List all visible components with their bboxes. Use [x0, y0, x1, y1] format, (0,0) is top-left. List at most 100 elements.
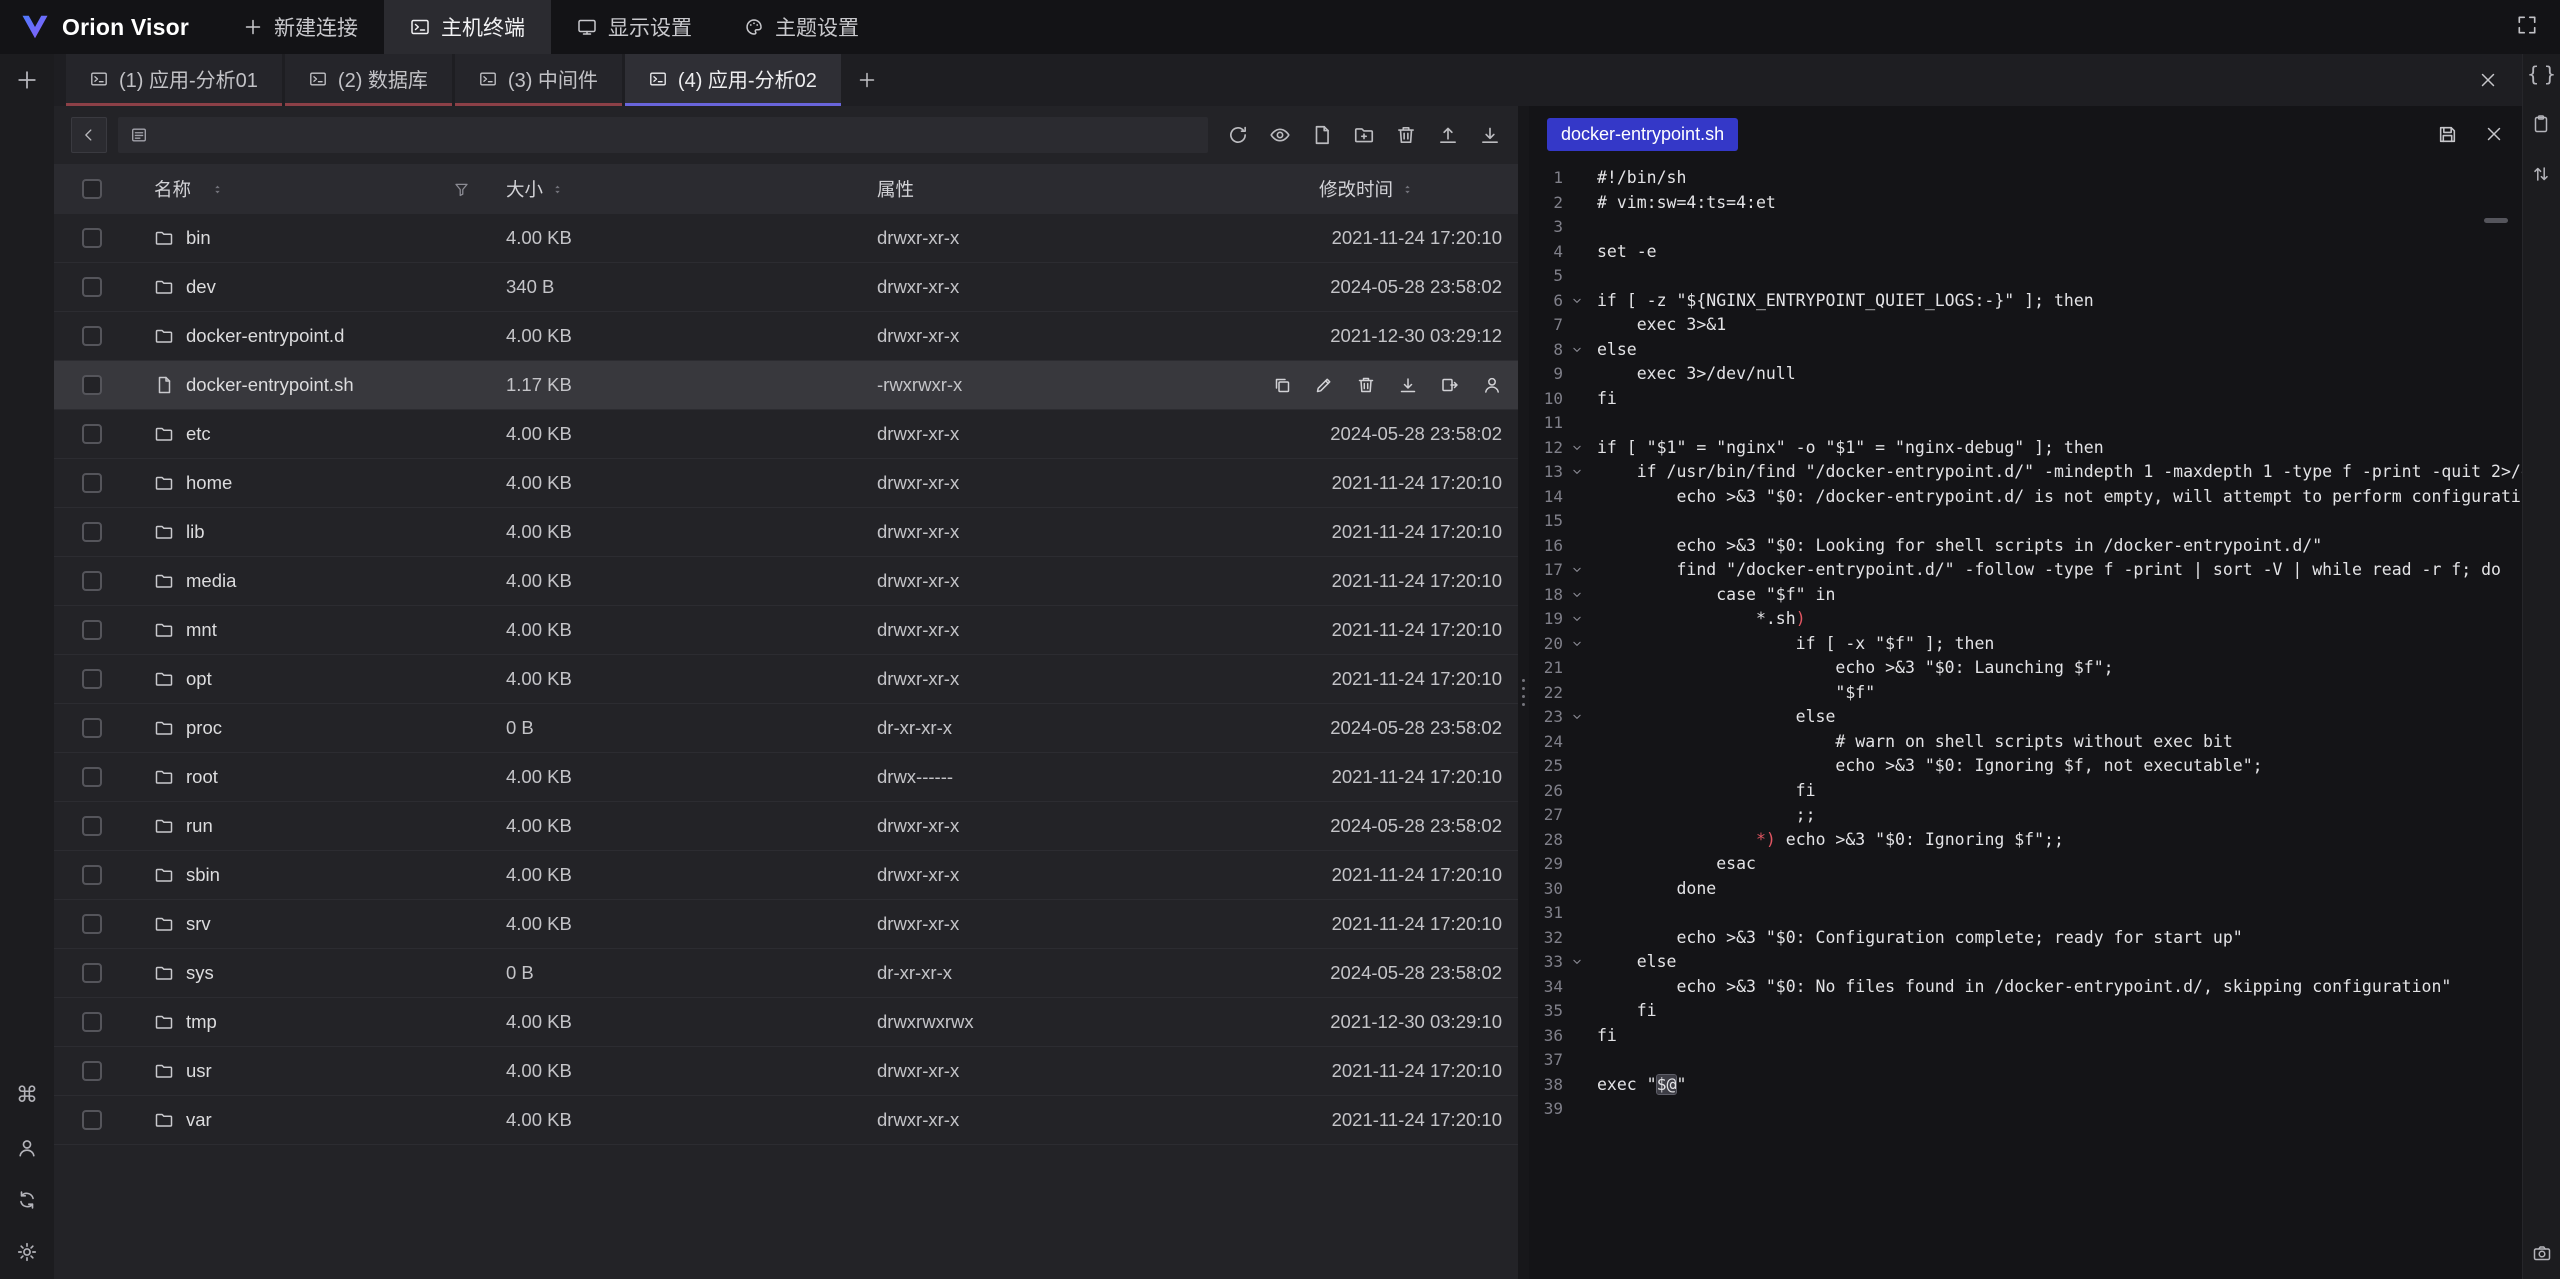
plus-icon[interactable] — [15, 68, 39, 92]
row-checkbox[interactable] — [82, 963, 102, 983]
open-file-tag[interactable]: docker-entrypoint.sh — [1547, 118, 1738, 151]
row-checkbox[interactable] — [82, 620, 102, 640]
clipboard-icon[interactable] — [2531, 114, 2551, 134]
add-tab-icon[interactable] — [857, 70, 877, 90]
row-checkbox[interactable] — [82, 718, 102, 738]
row-checkbox[interactable] — [82, 914, 102, 934]
upload-icon[interactable] — [1437, 124, 1459, 146]
delete-icon[interactable] — [1395, 124, 1417, 146]
filter-icon[interactable] — [453, 181, 470, 198]
column-name[interactable]: 名称 — [154, 176, 191, 202]
row-checkbox[interactable] — [82, 228, 102, 248]
delete-icon[interactable] — [1356, 375, 1376, 395]
file-row-sys[interactable]: sys0 Bdr-xr-xr-x2024-05-28 23:58:02 — [54, 949, 1518, 998]
code-area[interactable]: 1#!/bin/sh2# vim:sw=4:ts=4:et34set -e56i… — [1529, 162, 2522, 1279]
left-rail: ⌘ — [0, 54, 54, 1279]
row-checkbox[interactable] — [82, 571, 102, 591]
row-checkbox[interactable] — [82, 326, 102, 346]
download-icon[interactable] — [1479, 124, 1501, 146]
tab-2[interactable]: (2) 数据库 — [285, 54, 452, 106]
fold-chevron-icon[interactable] — [1563, 632, 1591, 657]
fold-chevron-icon[interactable] — [1563, 289, 1591, 314]
row-checkbox[interactable] — [82, 669, 102, 689]
file-row-tmp[interactable]: tmp4.00 KBdrwxrwxrwx2021-12-30 03:29:10 — [54, 998, 1518, 1047]
save-icon[interactable] — [2437, 124, 2458, 145]
settings-icon[interactable] — [16, 1241, 38, 1263]
fold-gutter — [1563, 828, 1591, 853]
file-row-docker-entrypoint.d[interactable]: docker-entrypoint.d4.00 KBdrwxr-xr-x2021… — [54, 312, 1518, 361]
transfer-icon[interactable] — [2531, 164, 2551, 184]
select-all-checkbox[interactable] — [82, 179, 102, 199]
editor-close-icon[interactable] — [2484, 124, 2504, 145]
sort-name-icon[interactable] — [210, 182, 225, 197]
row-checkbox[interactable] — [82, 767, 102, 787]
file-row-lib[interactable]: lib4.00 KBdrwxr-xr-x2021-11-24 17:20:10 — [54, 508, 1518, 557]
fold-chevron-icon[interactable] — [1563, 583, 1591, 608]
row-checkbox[interactable] — [82, 1061, 102, 1081]
braces-icon[interactable]: { } — [2527, 64, 2556, 84]
column-mtime[interactable]: 修改时间 — [1319, 176, 1393, 202]
command-icon[interactable]: ⌘ — [16, 1085, 38, 1107]
row-checkbox[interactable] — [82, 375, 102, 395]
scrollbar-thumb[interactable] — [2484, 218, 2508, 223]
menu-item-3[interactable]: 显示设置 — [551, 0, 718, 54]
row-checkbox[interactable] — [82, 1012, 102, 1032]
menu-item-1[interactable]: 新建连接 — [217, 0, 384, 54]
close-panel-icon[interactable] — [2478, 70, 2498, 90]
fold-chevron-icon[interactable] — [1563, 705, 1591, 730]
refresh-icon[interactable] — [1227, 124, 1249, 146]
tab-3[interactable]: (3) 中间件 — [455, 54, 622, 106]
move-icon[interactable] — [1440, 375, 1460, 395]
file-row-srv[interactable]: srv4.00 KBdrwxr-xr-x2021-11-24 17:20:10 — [54, 900, 1518, 949]
row-checkbox[interactable] — [82, 277, 102, 297]
camera-icon[interactable] — [2532, 1243, 2552, 1263]
copy-icon[interactable] — [1272, 375, 1292, 395]
tab-1[interactable]: (1) 应用-分析01 — [66, 54, 282, 106]
file-row-dev[interactable]: dev340 Bdrwxr-xr-x2024-05-28 23:58:02 — [54, 263, 1518, 312]
file-row-usr[interactable]: usr4.00 KBdrwxr-xr-x2021-11-24 17:20:10 — [54, 1047, 1518, 1096]
sort-mtime-icon[interactable] — [1400, 182, 1415, 197]
path-input[interactable] — [118, 117, 1208, 153]
file-row-docker-entrypoint.sh[interactable]: docker-entrypoint.sh1.17 KB-rwxrwxr-x — [54, 361, 1518, 410]
file-row-media[interactable]: media4.00 KBdrwxr-xr-x2021-11-24 17:20:1… — [54, 557, 1518, 606]
row-checkbox[interactable] — [82, 865, 102, 885]
panel-splitter[interactable] — [1518, 106, 1529, 1279]
download-icon[interactable] — [1398, 375, 1418, 395]
file-row-mnt[interactable]: mnt4.00 KBdrwxr-xr-x2021-11-24 17:20:10 — [54, 606, 1518, 655]
fold-chevron-icon[interactable] — [1563, 338, 1591, 363]
column-size[interactable]: 大小 — [506, 176, 543, 202]
back-button[interactable] — [71, 117, 107, 153]
row-checkbox[interactable] — [82, 816, 102, 836]
menu-item-4[interactable]: 主题设置 — [718, 0, 885, 54]
new-file-icon[interactable] — [1311, 124, 1333, 146]
fold-chevron-icon[interactable] — [1563, 460, 1591, 485]
fullscreen-icon[interactable] — [2516, 14, 2538, 36]
row-checkbox[interactable] — [82, 522, 102, 542]
show-hidden-icon[interactable] — [1269, 124, 1291, 146]
sort-size-icon[interactable] — [550, 182, 565, 197]
file-row-run[interactable]: run4.00 KBdrwxr-xr-x2024-05-28 23:58:02 — [54, 802, 1518, 851]
permission-icon[interactable] — [1482, 375, 1502, 395]
file-row-etc[interactable]: etc4.00 KBdrwxr-xr-x2024-05-28 23:58:02 — [54, 410, 1518, 459]
user-icon[interactable] — [16, 1137, 38, 1159]
fold-chevron-icon[interactable] — [1563, 950, 1591, 975]
file-row-bin[interactable]: bin4.00 KBdrwxr-xr-x2021-11-24 17:20:10 — [54, 214, 1518, 263]
edit-icon[interactable] — [1314, 375, 1334, 395]
fold-chevron-icon[interactable] — [1563, 436, 1591, 461]
fold-chevron-icon[interactable] — [1563, 607, 1591, 632]
fold-chevron-icon[interactable] — [1563, 558, 1591, 583]
file-row-var[interactable]: var4.00 KBdrwxr-xr-x2021-11-24 17:20:10 — [54, 1096, 1518, 1145]
sync-icon[interactable] — [16, 1189, 38, 1211]
row-checkbox[interactable] — [82, 473, 102, 493]
tab-4[interactable]: (4) 应用-分析02 — [625, 54, 841, 106]
row-checkbox[interactable] — [82, 1110, 102, 1130]
row-checkbox[interactable] — [82, 424, 102, 444]
file-row-root[interactable]: root4.00 KBdrwx------2021-11-24 17:20:10 — [54, 753, 1518, 802]
file-row-proc[interactable]: proc0 Bdr-xr-xr-x2024-05-28 23:58:02 — [54, 704, 1518, 753]
new-folder-icon[interactable] — [1353, 124, 1375, 146]
file-row-sbin[interactable]: sbin4.00 KBdrwxr-xr-x2021-11-24 17:20:10 — [54, 851, 1518, 900]
display-icon — [577, 17, 597, 37]
file-row-opt[interactable]: opt4.00 KBdrwxr-xr-x2021-11-24 17:20:10 — [54, 655, 1518, 704]
file-row-home[interactable]: home4.00 KBdrwxr-xr-x2021-11-24 17:20:10 — [54, 459, 1518, 508]
menu-item-2[interactable]: 主机终端 — [384, 0, 551, 54]
